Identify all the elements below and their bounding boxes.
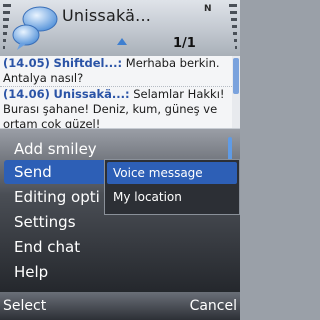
chat-history[interactable]: (14.05) Shiftdel...: Merhaba berkin. Ant… (0, 56, 232, 128)
chat-scrollbar[interactable] (232, 56, 240, 128)
softkey-bar: Select Cancel (0, 292, 240, 320)
chat-app-icon (12, 6, 58, 50)
message-time: (14.05) (3, 56, 50, 70)
chat-message: (14.05) Shiftdel...: Merhaba berkin. Ant… (0, 56, 232, 86)
message-sender: Unissakä...: (53, 87, 130, 101)
menu-item-editing-options[interactable]: Editing opti (14, 186, 100, 208)
chat-message: (14.06) Unissakä...: Selamlar Hakkı! Bur… (0, 86, 232, 128)
message-sender: Shiftdel...: (53, 56, 123, 70)
status-bar: Unissakä... N 1/1 (0, 0, 240, 56)
select-softkey[interactable]: Select (3, 298, 46, 314)
connection-icon (117, 38, 127, 45)
submenu-item-my-location[interactable]: My location (113, 186, 182, 208)
menu-item-add-smiley[interactable]: Add smiley (14, 138, 97, 160)
submenu-item-voice-message[interactable]: Voice message (113, 162, 203, 184)
menu-item-help[interactable]: Help (14, 261, 48, 283)
window-title: Unissakä... (62, 6, 152, 25)
page-indicator: 1/1 (173, 36, 196, 51)
menu-item-settings[interactable]: Settings (14, 211, 76, 233)
menu-item-end-chat[interactable]: End chat (14, 236, 80, 258)
chat-scrollbar-thumb[interactable] (233, 58, 239, 94)
message-time: (14.06) (3, 87, 50, 101)
cancel-softkey[interactable]: Cancel (190, 298, 237, 314)
send-submenu: Voice message My location (104, 159, 240, 215)
menu-item-send[interactable]: Send (14, 161, 52, 183)
battery-icon (229, 4, 237, 52)
network-operator-label: N (204, 4, 212, 14)
